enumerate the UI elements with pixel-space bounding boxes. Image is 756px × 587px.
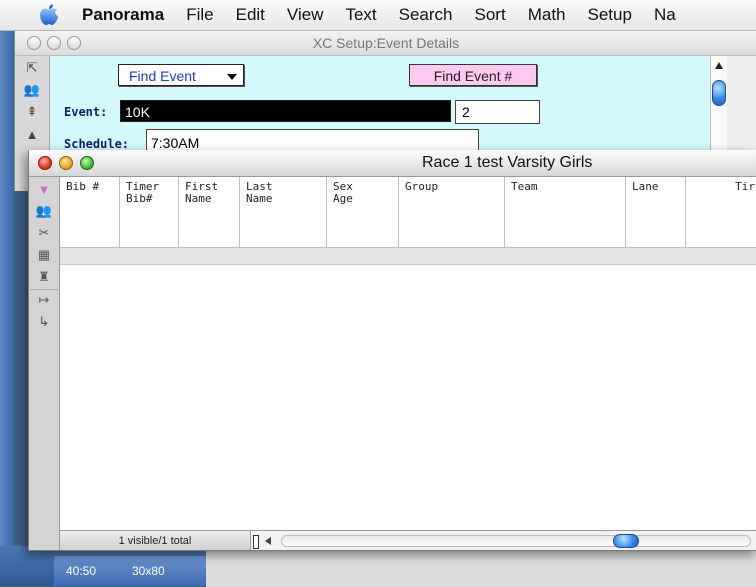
empty-record-row[interactable]	[60, 248, 756, 265]
people-tool-icon[interactable]: 👥	[17, 80, 47, 100]
menu-text[interactable]: Text	[345, 5, 376, 25]
xc-setup-titlebar[interactable]: XC Setup:Event Details	[15, 31, 756, 56]
find-event-popup[interactable]: Find Event	[118, 64, 244, 86]
desktop-lower-window	[206, 550, 756, 587]
race-window-title: Race 1 test Varsity Girls	[422, 154, 593, 171]
up-tool-icon[interactable]: ▲	[17, 124, 47, 144]
find-event-label: Find Event	[129, 68, 196, 84]
vertical-scroll-thumb[interactable]	[712, 80, 726, 106]
inactive-window-buttons	[27, 36, 81, 50]
menu-bar: Panorama File Edit View Text Search Sort…	[0, 0, 756, 31]
menu-edit[interactable]: Edit	[236, 5, 265, 25]
find-event-number-button[interactable]: Find Event #	[409, 64, 537, 86]
column-header-last-name[interactable]: Last Name	[240, 177, 327, 248]
menu-search[interactable]: Search	[399, 5, 453, 25]
return-arrow-tool-icon[interactable]: ↳	[30, 312, 58, 332]
status-size: 30x80	[132, 564, 165, 578]
column-header-time-truncated[interactable]: Tir	[686, 177, 756, 248]
split-handle-icon[interactable]	[253, 535, 259, 549]
form-tool-icon[interactable]: ▦	[30, 245, 58, 265]
desktop-left-edge	[0, 30, 14, 546]
horizontal-scroll-thumb[interactable]	[613, 534, 639, 548]
pink-arrow-tool-icon[interactable]: ▼	[30, 179, 58, 199]
schedule-label: Schedule:	[64, 137, 130, 151]
column-header-group[interactable]: Group	[399, 177, 505, 248]
horizontal-scrollbar[interactable]	[250, 530, 756, 550]
race-tool-palette: ▼ 👥 ✂ ▦ ♜ ↦ ↳	[29, 177, 60, 550]
column-header-bib[interactable]: Bib #	[60, 177, 120, 248]
desktop-status-strip: 40:50 30x80	[54, 556, 206, 586]
menu-view[interactable]: View	[287, 5, 324, 25]
scroll-left-arrow-icon[interactable]	[265, 537, 271, 545]
close-button[interactable]	[38, 156, 52, 170]
xc-setup-title: XC Setup:Event Details	[312, 35, 460, 51]
column-header-sex-age[interactable]: Sex Age	[327, 177, 399, 248]
scroll-up-arrow-icon[interactable]	[715, 62, 723, 69]
column-header-first-name[interactable]: First Name	[179, 177, 240, 248]
data-sheet: Bib # Timer Bib# First Name Last Name Se…	[60, 177, 756, 521]
people-tool-icon[interactable]: 👥	[30, 201, 58, 221]
chevron-down-icon	[227, 74, 237, 80]
column-header-team[interactable]: Team	[505, 177, 626, 248]
menu-app-panorama[interactable]: Panorama	[82, 5, 164, 25]
scissors-tool-icon[interactable]: ✂	[30, 223, 58, 243]
zoom-button[interactable]	[80, 156, 94, 170]
menu-math[interactable]: Math	[528, 5, 566, 25]
menu-na-truncated[interactable]: Na	[654, 5, 676, 25]
up-arrow-tool-icon[interactable]: ⇞	[17, 102, 47, 122]
close-button-inactive[interactable]	[27, 36, 41, 50]
record-count-status: 1 visible/1 total	[60, 530, 250, 550]
zoom-button-inactive[interactable]	[67, 36, 81, 50]
race-window-titlebar[interactable]: Race 1 test Varsity Girls	[29, 150, 756, 177]
minimize-button[interactable]	[59, 156, 73, 170]
event-number-field[interactable]: 2	[455, 100, 540, 124]
pointer-tool-icon[interactable]: ⇱	[17, 58, 47, 78]
menu-sort[interactable]: Sort	[475, 5, 506, 25]
window-buttons	[38, 156, 94, 170]
event-field[interactable]: 10K	[120, 100, 451, 122]
menu-setup[interactable]: Setup	[588, 5, 632, 25]
apple-menu-icon[interactable]	[38, 4, 60, 26]
minimize-button-inactive[interactable]	[47, 36, 61, 50]
race-window: Race 1 test Varsity Girls ▼ 👥 ✂ ▦ ♜ ↦ ↳ …	[28, 150, 756, 551]
event-label: Event:	[64, 105, 108, 119]
column-header-timer-bib[interactable]: Timer Bib#	[120, 177, 179, 248]
stamp-tool-icon[interactable]: ♜	[30, 267, 58, 287]
column-header-lane[interactable]: Lane	[626, 177, 686, 248]
indent-right-tool-icon[interactable]: ↦	[30, 289, 58, 310]
status-time: 40:50	[66, 564, 97, 578]
menu-file[interactable]: File	[186, 5, 213, 25]
horizontal-scroll-track[interactable]	[281, 535, 751, 547]
